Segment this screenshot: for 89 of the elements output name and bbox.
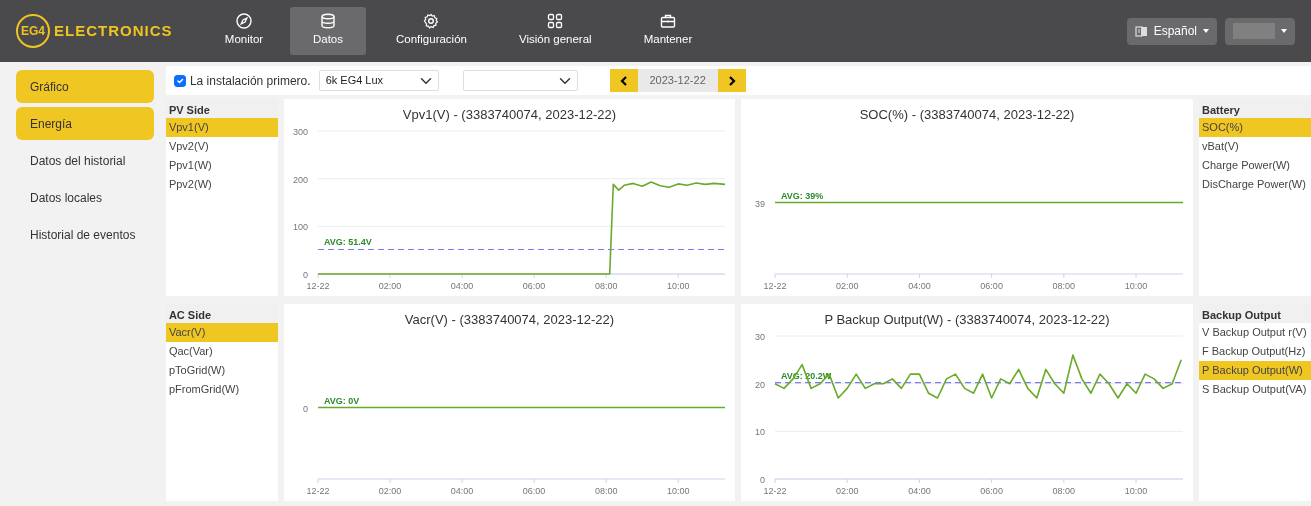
logo-text: ELECTRONICS [54, 20, 173, 41]
list-item[interactable]: Charge Power(W) [1199, 156, 1311, 175]
axis-label: 30 [755, 332, 765, 342]
list-item[interactable]: V Backup Output r(V) [1199, 323, 1311, 342]
list-item[interactable]: Qac(Var) [165, 342, 278, 361]
axis-label: 12-22 [306, 486, 330, 496]
date-field[interactable]: 2023-12-22 [637, 69, 718, 92]
nav-tab[interactable]: Monitor [206, 7, 282, 55]
list-item[interactable]: Vpv1(V) [165, 118, 278, 137]
checkbox[interactable] [173, 74, 186, 87]
axis-label: 04:00 [908, 281, 931, 291]
axis-label: 200 [292, 174, 308, 185]
sidebar-item[interactable]: Energía [16, 107, 154, 140]
axis-label: 08:00 [1052, 486, 1076, 496]
axis-label: 06:00 [980, 486, 1003, 496]
list-item[interactable]: Vacr(V) [165, 323, 278, 342]
axis-label: 10:00 [1124, 486, 1148, 496]
axis-label: 0 [760, 475, 765, 485]
list-item[interactable]: Ppv1(W) [165, 156, 278, 175]
logo-mark: EG4 [16, 14, 50, 48]
list-header: PV Side [165, 99, 278, 118]
average-label: AVG: 0V [323, 395, 360, 406]
chevron-left-icon [619, 75, 628, 86]
next-date-button[interactable] [717, 69, 746, 92]
checkbox-label[interactable]: La instalación primero. [189, 71, 311, 90]
previous-date-button[interactable] [609, 69, 638, 92]
axis-label: 12-22 [763, 281, 787, 291]
chart-title: SOC(%) - (3383740074, 2023-12-22) [858, 106, 1076, 123]
axis-label: 08:00 [594, 281, 618, 291]
language-dropdown[interactable]: Español [1126, 17, 1217, 45]
list-item[interactable]: P Backup Output(W) [1199, 361, 1311, 380]
sidebar-item[interactable]: Gráfico [16, 70, 154, 103]
nav-tab[interactable]: Mantener [621, 7, 715, 55]
average-label: AVG: 39% [781, 190, 824, 201]
list-header: Battery [1199, 99, 1311, 118]
axis-label: 10:00 [666, 281, 690, 291]
briefcase-icon [659, 13, 676, 30]
list-item[interactable]: DisCharge Power(W) [1199, 175, 1311, 194]
axis-label: 02:00 [835, 281, 859, 291]
sidebar-item[interactable]: Historial de eventos [16, 218, 154, 251]
database-icon [320, 13, 336, 30]
translate-icon [1134, 24, 1148, 38]
axis-label: 06:00 [980, 281, 1003, 291]
chevron-right-icon [727, 75, 736, 86]
list-item[interactable]: pToGrid(W) [165, 361, 278, 380]
axis-label: 06:00 [522, 281, 546, 291]
axis-label: 04:00 [450, 281, 474, 291]
sidebar-item[interactable]: Datos locales [16, 181, 154, 214]
list-item[interactable]: vBat(V) [1199, 137, 1311, 156]
sidebar-item[interactable]: Datos del historial [16, 144, 154, 177]
axis-label: 20 [755, 379, 765, 390]
chart-title: Vacr(V) - (3383740074, 2023-12-22) [403, 311, 616, 328]
axis-label: 39 [755, 198, 765, 209]
axis-label: 04:00 [450, 486, 474, 496]
axis-label: 100 [292, 222, 308, 233]
grid-icon [547, 13, 564, 30]
axis-label: 08:00 [594, 486, 618, 496]
list-header: Backup Output [1199, 304, 1311, 323]
nav-tab[interactable]: Configuración [374, 7, 489, 55]
axis-label: 10 [755, 427, 765, 438]
chart-title: P Backup Output(W) - (3383740074, 2023-12-22) [823, 311, 1111, 328]
user-menu-button[interactable] [1225, 17, 1295, 45]
axis-label: 300 [292, 127, 308, 137]
axis-label: 02:00 [835, 486, 859, 496]
settings-icon [423, 13, 440, 30]
axis-label: 08:00 [1052, 281, 1076, 291]
axis-label: 02:00 [378, 281, 402, 291]
chart-title: Vpv1(V) - (3383740074, 2023-12-22) [401, 106, 618, 123]
device-select[interactable]: 6k EG4 Lux [318, 70, 439, 91]
axis-label: 12-22 [306, 281, 330, 291]
list-item[interactable]: SOC(%) [1199, 118, 1311, 137]
axis-label: 0 [302, 270, 308, 280]
list-item[interactable]: Ppv2(W) [165, 175, 278, 194]
average-label: AVG: 51.4V [323, 237, 372, 248]
axis-label: 06:00 [522, 486, 546, 496]
nav-tab[interactable]: Visión general [496, 7, 614, 55]
axis-label: 10:00 [666, 486, 690, 496]
list-item[interactable]: S Backup Output(VA) [1199, 380, 1311, 399]
list-item[interactable]: Vpv2(V) [165, 137, 278, 156]
axis-label: 10:00 [1124, 281, 1148, 291]
axis-label: 12-22 [763, 486, 787, 496]
nav-tab[interactable]: Datos [290, 7, 366, 55]
list-item[interactable]: F Backup Output(Hz) [1199, 342, 1311, 361]
axis-label: 0 [302, 403, 308, 414]
axis-label: 02:00 [378, 486, 402, 496]
list-item[interactable]: pFromGrid(W) [165, 380, 278, 399]
compass-icon [236, 13, 252, 30]
axis-label: 04:00 [908, 486, 931, 496]
list-header: AC Side [165, 304, 278, 323]
